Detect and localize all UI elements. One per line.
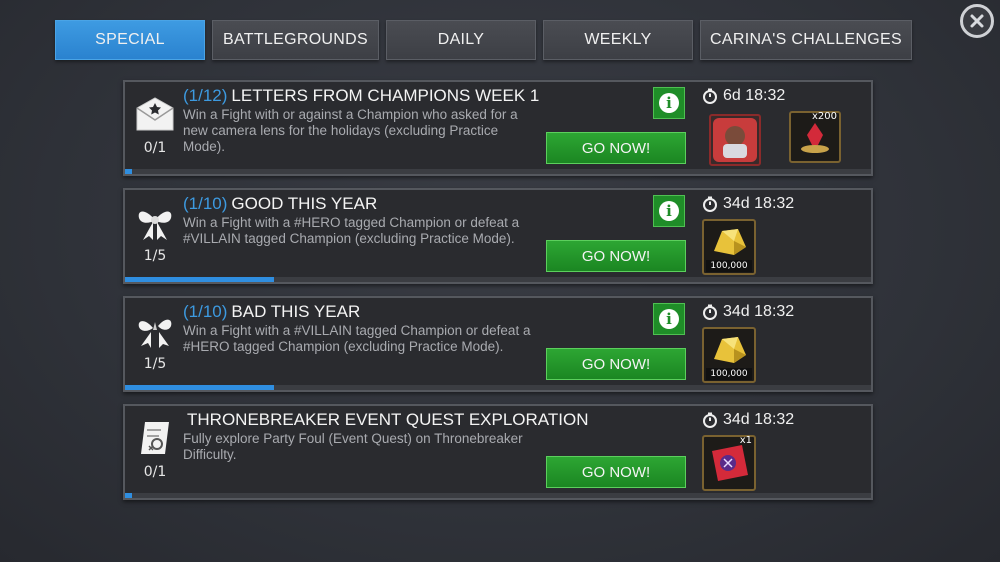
gold-icon [714, 337, 746, 363]
stopwatch-icon [703, 412, 717, 428]
quest-title-text: GOOD THIS YEAR [231, 194, 378, 213]
timer-text: 34d 18:32 [723, 195, 795, 212]
go-now-button[interactable]: GO NOW! [546, 240, 686, 272]
tab-special[interactable]: SPECIAL [55, 20, 205, 60]
reward-gold[interactable]: 100,000 [702, 219, 756, 275]
progress-bar [125, 169, 871, 174]
quest-title: THRONEBREAKER EVENT QUEST EXPLORATION [183, 410, 588, 430]
quest-card: 1/5 (1/10) GOOD THIS YEAR Win a Fight wit… [123, 188, 873, 284]
timer-text: 6d 18:32 [723, 87, 786, 104]
go-now-button[interactable]: GO NOW! [546, 348, 686, 380]
quest-description: Win a Fight with or against a Champion w… [183, 107, 518, 154]
quest-title: (1/12) LETTERS FROM CHAMPIONS WEEK 1 [183, 86, 539, 106]
reward-crystal[interactable]: x200 [789, 111, 841, 163]
progress-bar [125, 277, 871, 282]
quest-timer: 34d 18:32 [702, 303, 794, 321]
map-scroll-icon [141, 422, 169, 454]
champion-portrait-icon [713, 118, 757, 162]
quest-count: 1/5 [143, 248, 167, 264]
quest-description: Fully explore Party Foul (Event Quest) o… [183, 431, 523, 462]
quest-fraction: (1/10) [183, 194, 228, 213]
stopwatch-icon [703, 196, 717, 212]
reward-amount: 100,000 [706, 368, 752, 380]
quest-count: 1/5 [143, 356, 167, 372]
info-button[interactable]: i [653, 195, 685, 227]
quest-title-text: THRONEBREAKER EVENT QUEST EXPLORATION [187, 410, 589, 429]
progress-fill [125, 385, 275, 390]
tab-battlegrounds[interactable]: BATTLEGROUNDS [212, 20, 379, 60]
gold-icon [714, 229, 746, 255]
reward-amount: 100,000 [706, 260, 752, 272]
reward-champion[interactable] [709, 114, 761, 166]
quest-title-text: LETTERS FROM CHAMPIONS WEEK 1 [231, 86, 540, 105]
broken-bow-icon [138, 319, 172, 348]
info-button[interactable]: i [653, 303, 685, 335]
quest-card: 1/5 (1/10) BAD THIS YEAR Win a Fight with… [123, 296, 873, 392]
info-icon: i [659, 93, 679, 113]
tab-weekly[interactable]: WEEKLY [543, 20, 693, 60]
reward-gold[interactable]: 100,000 [702, 327, 756, 383]
reward-crystal-ticket[interactable]: x1 [702, 435, 756, 491]
tab-carinas-challenges[interactable]: CARINA'S CHALLENGES [700, 20, 912, 60]
info-icon: i [659, 201, 679, 221]
timer-text: 34d 18:32 [723, 411, 795, 428]
tab-daily[interactable]: DAILY [386, 20, 536, 60]
quest-timer: 34d 18:32 [702, 195, 794, 213]
quest-title: (1/10) BAD THIS YEAR [183, 302, 360, 322]
close-icon [970, 14, 984, 28]
info-icon: i [659, 309, 679, 329]
go-now-button[interactable]: GO NOW! [546, 132, 686, 164]
progress-fill [125, 493, 133, 498]
quest-title: (1/10) GOOD THIS YEAR [183, 194, 377, 214]
quest-timer: 6d 18:32 [702, 87, 785, 105]
progress-fill [125, 277, 275, 282]
quest-card: 0/1 THRONEBREAKER EVENT QUEST EXPLORATIO… [123, 404, 873, 500]
quest-description: Win a Fight with a #VILLAIN tagged Champ… [183, 323, 531, 354]
quest-fraction: (1/12) [183, 86, 228, 105]
quest-description: Win a Fight with a #HERO tagged Champion… [183, 215, 520, 246]
envelope-icon [136, 97, 174, 131]
bow-icon [138, 211, 172, 240]
quest-fraction: (1/10) [183, 302, 228, 321]
timer-text: 34d 18:32 [723, 303, 795, 320]
quest-count: 0/1 [143, 140, 167, 156]
quest-count: 0/1 [143, 464, 167, 480]
quest-card: 0/1 (1/12) LETTERS FROM CHAMPIONS WEEK 1 … [123, 80, 873, 176]
close-button[interactable] [960, 4, 994, 38]
stopwatch-icon [703, 88, 717, 104]
stopwatch-icon [703, 304, 717, 320]
go-now-button[interactable]: GO NOW! [546, 456, 686, 488]
quest-title-text: BAD THIS YEAR [231, 302, 361, 321]
reward-qty: x1 [739, 435, 752, 446]
reward-qty: x200 [811, 111, 837, 122]
info-button[interactable]: i [653, 87, 685, 119]
quest-timer: 34d 18:32 [702, 411, 794, 429]
progress-bar [125, 385, 871, 390]
progress-bar [125, 493, 871, 498]
progress-fill [125, 169, 133, 174]
